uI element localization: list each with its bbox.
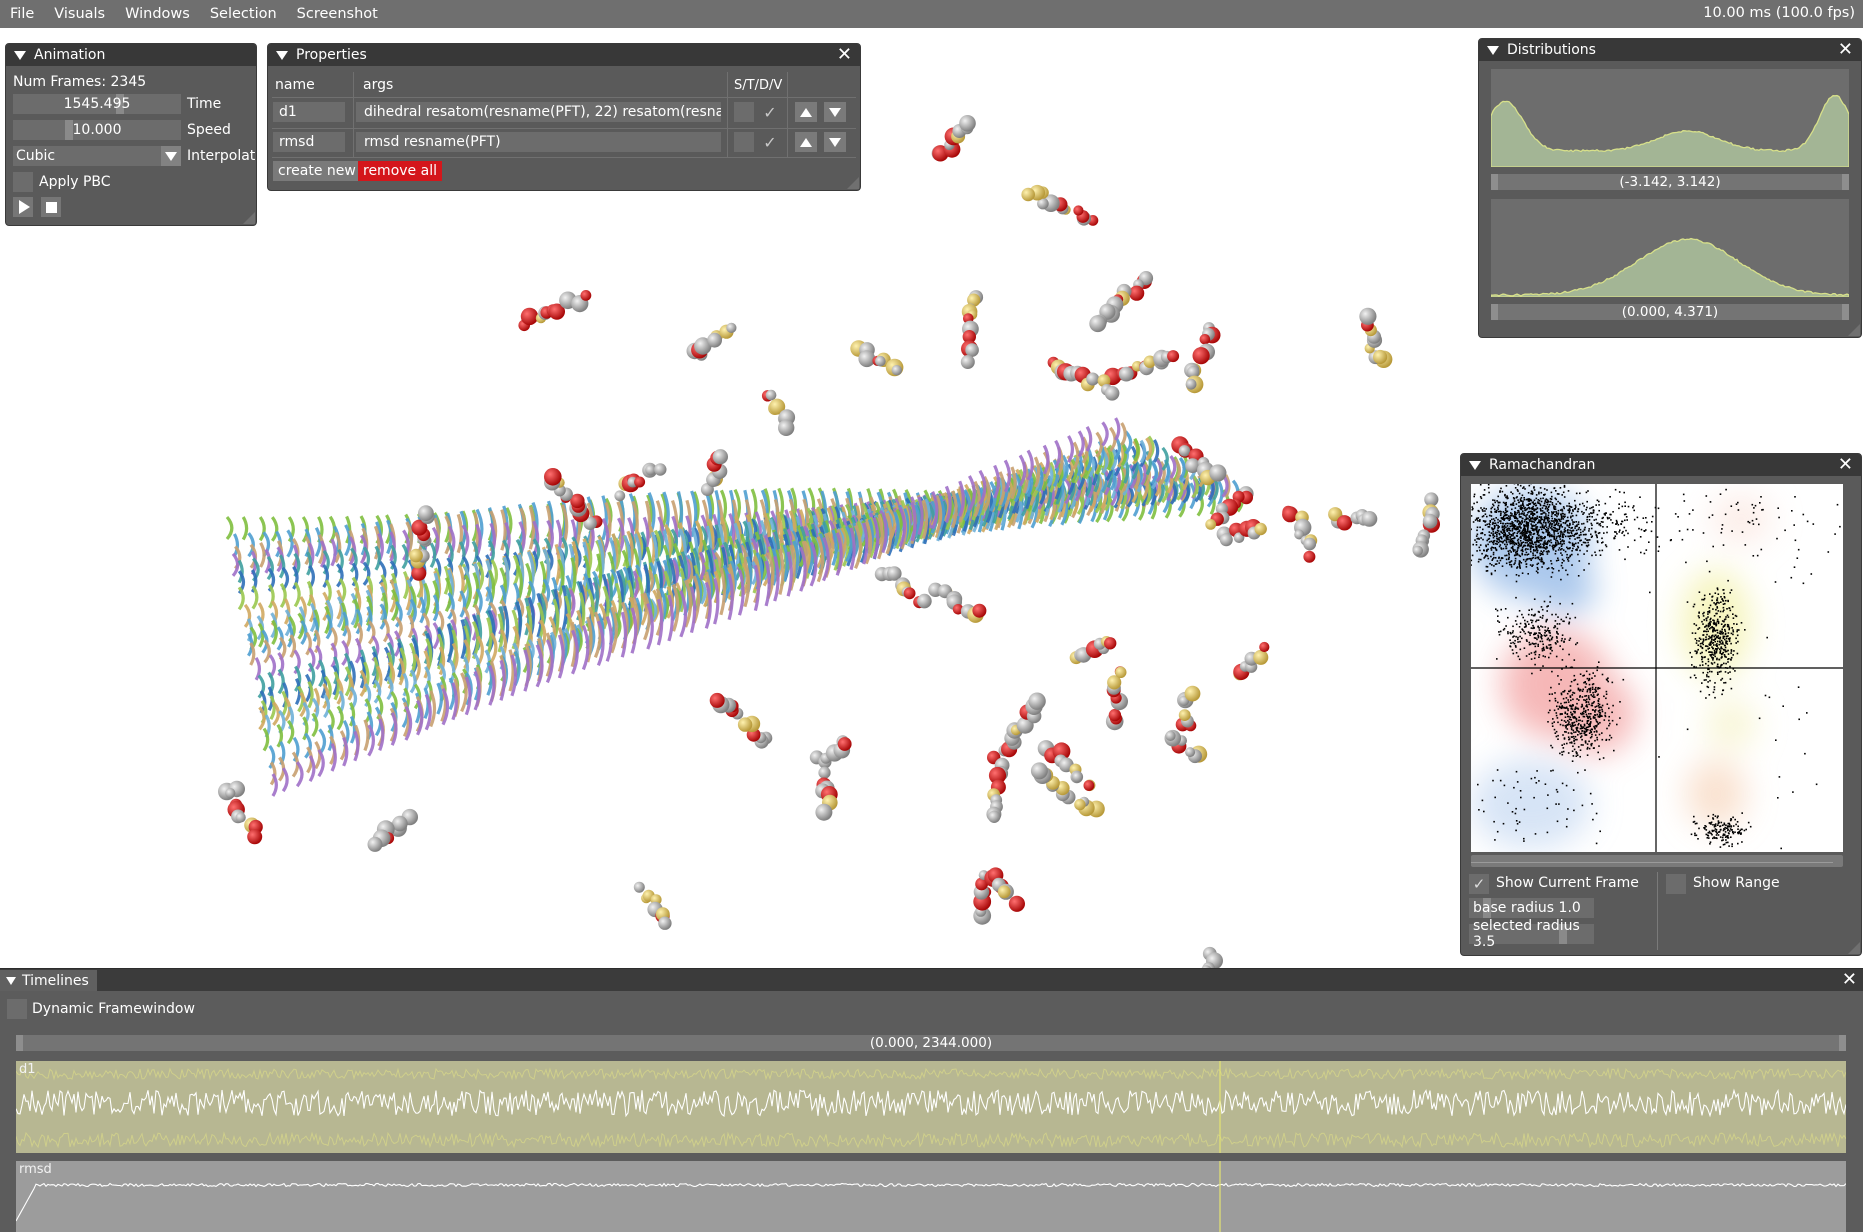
- timeline-track-d1[interactable]: d1: [16, 1061, 1846, 1153]
- close-icon[interactable]: ✕: [1838, 39, 1853, 61]
- base-radius-value: base radius 1.0: [1473, 900, 1581, 916]
- stop-icon[interactable]: [41, 197, 61, 217]
- ramachandran-title: Ramachandran: [1489, 457, 1596, 473]
- selected-radius-value: selected radius 3.5: [1473, 918, 1580, 950]
- column-header-name: name: [275, 77, 315, 93]
- ramachandran-titlebar[interactable]: Ramachandran ✕: [1461, 454, 1861, 476]
- properties-titlebar[interactable]: Properties ✕: [268, 44, 860, 66]
- distributions-title: Distributions: [1507, 42, 1596, 58]
- protein-fibril-ribbons: [225, 417, 1244, 797]
- move-down-button[interactable]: [824, 102, 846, 122]
- histogram-rmsd[interactable]: [1490, 199, 1850, 298]
- collapse-icon[interactable]: [1469, 460, 1481, 470]
- property-args-field[interactable]: dihedral resatom(resname(PFT), 22) resat…: [356, 102, 721, 122]
- animation-window: Animation Num Frames: 2345 1545.495 Time…: [5, 43, 257, 226]
- arrow-down-icon: [829, 137, 841, 147]
- column-header-args: args: [363, 77, 394, 93]
- menu-windows[interactable]: Windows: [115, 6, 200, 22]
- close-icon[interactable]: ✕: [837, 44, 852, 66]
- collapse-icon[interactable]: [6, 976, 16, 985]
- collapse-icon[interactable]: [1487, 45, 1499, 55]
- speed-label: Speed: [187, 122, 231, 138]
- ramachandran-window: Ramachandran ✕ ✓ Show Current Frame Show…: [1460, 453, 1862, 956]
- menu-selection[interactable]: Selection: [200, 6, 287, 22]
- column-header-flags: S/T/D/V: [734, 77, 783, 93]
- histogram-d1[interactable]: [1490, 69, 1850, 168]
- move-up-button[interactable]: [795, 132, 817, 152]
- apply-pbc-label: Apply PBC: [39, 174, 111, 190]
- resize-grip[interactable]: [847, 177, 859, 189]
- speed-slider[interactable]: 10.000: [13, 120, 181, 140]
- show-range-checkbox[interactable]: [1666, 874, 1686, 894]
- move-down-button[interactable]: [824, 132, 846, 152]
- distributions-titlebar[interactable]: Distributions ✕: [1479, 39, 1861, 61]
- properties-title: Properties: [296, 47, 367, 63]
- remove-all-button[interactable]: remove all: [358, 161, 442, 181]
- menu-visuals[interactable]: Visuals: [44, 6, 115, 22]
- animation-titlebar[interactable]: Animation: [6, 44, 256, 66]
- dynamic-framewindow-label: Dynamic Framewindow: [32, 1001, 195, 1017]
- interpolation-value: Cubic: [16, 148, 56, 164]
- timelines-panel: Timelines ✕ Dynamic Framewindow (0.000, …: [0, 968, 1863, 1232]
- tab-timelines[interactable]: Timelines: [0, 970, 97, 991]
- close-icon[interactable]: ✕: [1842, 969, 1857, 991]
- show-current-frame-label: Show Current Frame: [1496, 875, 1639, 891]
- base-radius-slider[interactable]: base radius 1.0: [1469, 898, 1594, 918]
- menu-bar: File Visuals Windows Selection Screensho…: [0, 0, 1863, 28]
- show-range-label: Show Range: [1693, 875, 1780, 891]
- track-label-rmsd: rmsd: [19, 1162, 52, 1177]
- chevron-down-icon[interactable]: [161, 146, 181, 166]
- ramachandran-plot[interactable]: [1461, 473, 1851, 854]
- apply-pbc-checkbox[interactable]: [13, 172, 33, 192]
- range-slider-d1[interactable]: (-3.142, 3.142): [1491, 174, 1849, 190]
- timeline-track-rmsd[interactable]: rmsd: [16, 1161, 1846, 1232]
- frame-range-value: (0.000, 2344.000): [869, 1035, 993, 1051]
- menu-screenshot[interactable]: Screenshot: [287, 6, 388, 22]
- resize-grip[interactable]: [1848, 942, 1860, 954]
- collapse-icon[interactable]: [276, 50, 288, 60]
- num-frames-label: Num Frames: 2345: [13, 74, 147, 90]
- frame-time-readout: 10.00 ms (100.0 fps): [1703, 5, 1855, 21]
- range-value-d1: (-3.142, 3.142): [1619, 174, 1721, 190]
- move-up-button[interactable]: [795, 102, 817, 122]
- flag-checkbox[interactable]: [734, 132, 754, 152]
- arrow-down-icon: [829, 107, 841, 117]
- resize-grip[interactable]: [1848, 324, 1860, 336]
- show-current-frame-checkbox[interactable]: ✓: [1469, 874, 1489, 894]
- speed-value: 10.000: [72, 122, 122, 138]
- frame-range-slider[interactable]: (0.000, 2344.000): [16, 1035, 1846, 1051]
- range-value-rmsd: (0.000, 4.371): [1621, 304, 1719, 320]
- arrow-up-icon: [800, 137, 812, 147]
- time-value: 1545.495: [63, 96, 131, 112]
- dynamic-framewindow-checkbox[interactable]: [7, 999, 27, 1019]
- create-new-button[interactable]: create new: [273, 161, 361, 181]
- check-icon[interactable]: ✓: [760, 132, 780, 152]
- flag-checkbox[interactable]: [734, 102, 754, 122]
- time-label: Time: [187, 96, 222, 112]
- timelines-tabbar: Timelines ✕: [0, 969, 1863, 991]
- menu-file[interactable]: File: [0, 6, 44, 22]
- interpolation-label: Interpolatio: [187, 148, 256, 164]
- interpolation-select[interactable]: Cubic: [13, 146, 181, 166]
- selected-radius-slider[interactable]: selected radius 3.5: [1469, 918, 1594, 950]
- play-icon[interactable]: [13, 197, 33, 217]
- track-label-d1: d1: [19, 1062, 36, 1077]
- distributions-window: Distributions ✕ (-3.142, 3.142) (0.000, …: [1478, 38, 1862, 338]
- properties-window: Properties ✕ name args S/T/D/V d1 dihedr…: [267, 43, 861, 191]
- resize-grip[interactable]: [243, 212, 255, 224]
- ramachandran-scrollbar[interactable]: [1471, 855, 1843, 867]
- animation-title: Animation: [34, 47, 106, 63]
- arrow-up-icon: [800, 107, 812, 117]
- close-icon[interactable]: ✕: [1838, 454, 1853, 476]
- check-icon[interactable]: ✓: [760, 102, 780, 122]
- time-slider[interactable]: 1545.495: [13, 94, 181, 114]
- property-name-field[interactable]: rmsd: [273, 132, 345, 152]
- property-name-field[interactable]: d1: [273, 102, 345, 122]
- range-slider-rmsd[interactable]: (0.000, 4.371): [1491, 304, 1849, 320]
- collapse-icon[interactable]: [14, 50, 26, 60]
- property-args-field[interactable]: rmsd resname(PFT): [356, 132, 721, 152]
